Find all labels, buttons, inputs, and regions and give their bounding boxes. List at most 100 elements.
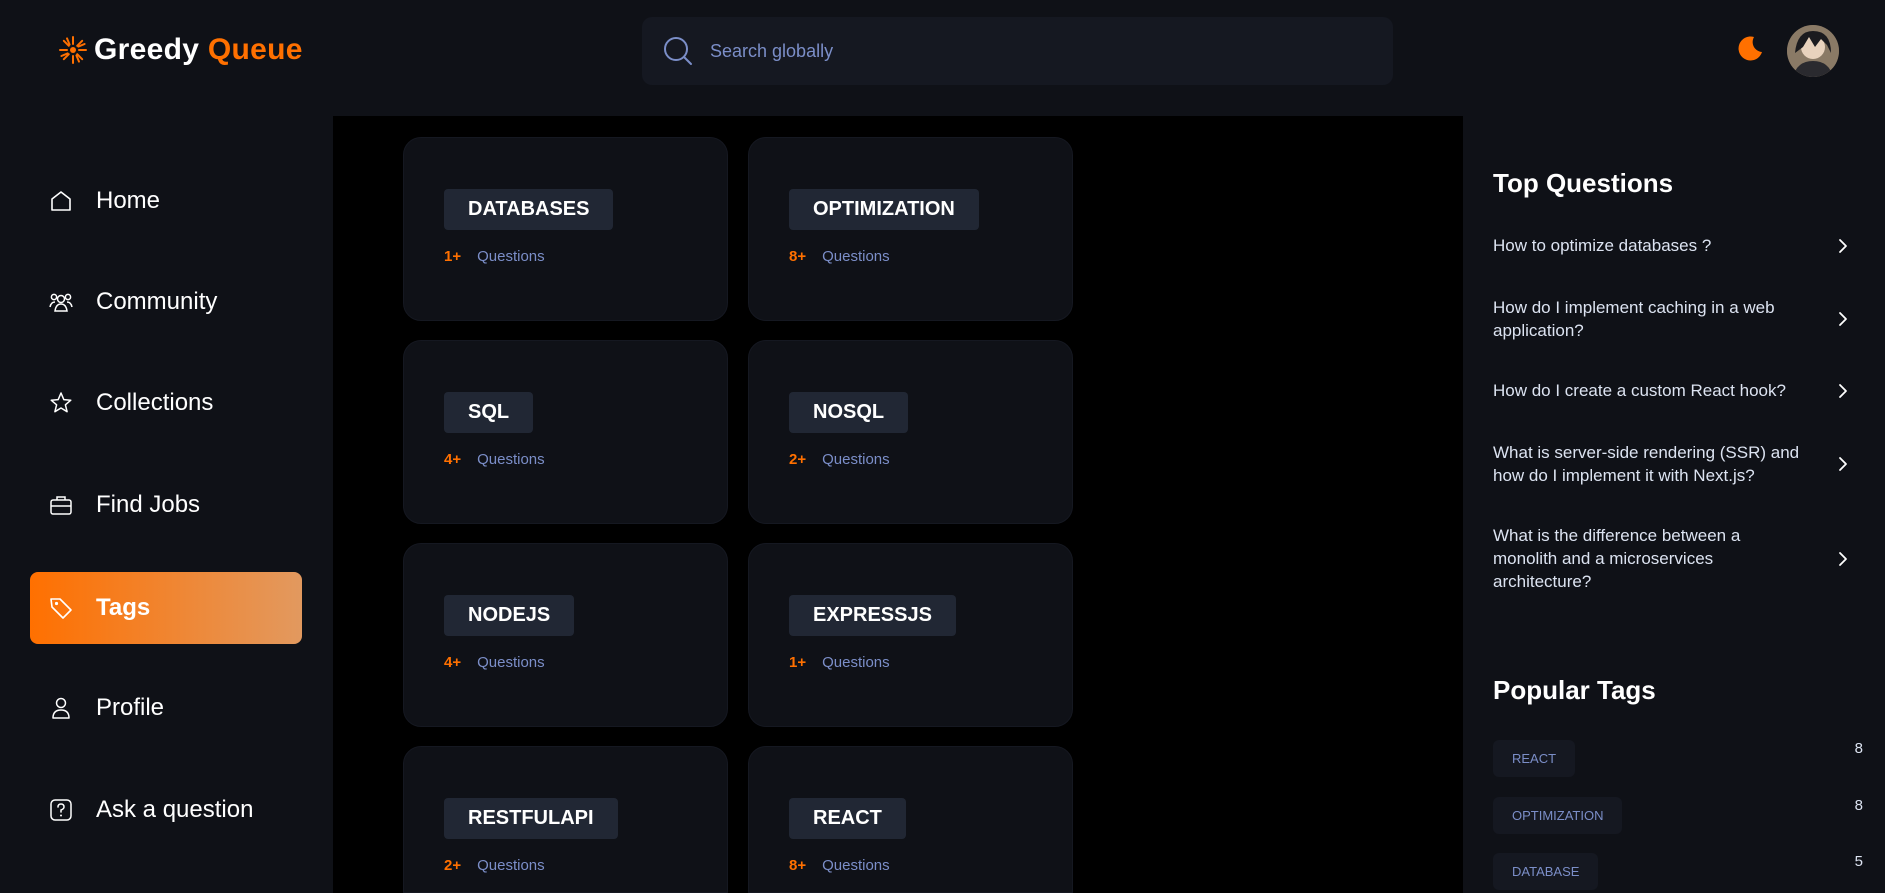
chevron-right-icon xyxy=(1839,383,1847,398)
tag-name: REACT xyxy=(789,798,906,839)
tag-card-databases[interactable]: DATABASES 1+ Questions xyxy=(403,137,728,321)
tag-icon xyxy=(50,598,72,619)
tag-name: SQL xyxy=(444,392,534,433)
tag-card-sql[interactable]: SQL 4+ Questions xyxy=(403,340,728,524)
tag-name: DATABASES xyxy=(444,189,614,230)
top-question-text: What is server-side rendering (SSR) and … xyxy=(1493,443,1800,485)
popular-tag-count: 8 xyxy=(1854,740,1863,757)
count-value: 8+ xyxy=(789,857,807,874)
top-question-text: How do I create a custom React hook? xyxy=(1493,381,1786,400)
top-questions-title: Top Questions xyxy=(1493,168,1674,198)
sunburst-logo-icon xyxy=(59,36,87,64)
question-count: 4+ Questions xyxy=(444,451,545,468)
question-count: 1+ Questions xyxy=(444,248,545,265)
tag-name: OPTIMIZATION xyxy=(789,189,979,230)
users-icon xyxy=(49,293,73,312)
count-label: Questions xyxy=(822,451,890,468)
count-value: 8+ xyxy=(789,248,807,265)
top-question-text: What is the difference between a monolit… xyxy=(1493,526,1741,591)
top-navbar: Greedy Queue xyxy=(0,0,1885,116)
count-label: Questions xyxy=(477,654,545,671)
count-label: Questions xyxy=(822,857,890,874)
suitcase-icon xyxy=(50,496,72,515)
tag-card-expressjs[interactable]: EXPRESSJS 1+ Questions xyxy=(748,543,1073,727)
top-question-item[interactable]: How do I implement caching in a web appl… xyxy=(1493,296,1853,342)
sidebar-item-tags[interactable]: Tags xyxy=(30,572,302,644)
home-icon xyxy=(51,191,71,211)
chevron-right-icon xyxy=(1839,551,1847,566)
star-icon xyxy=(50,392,72,413)
count-value: 1+ xyxy=(789,654,807,671)
top-question-text: How to optimize databases ? xyxy=(1493,236,1712,255)
count-label: Questions xyxy=(477,857,545,874)
tag-name: RESTFULAPI xyxy=(444,798,618,839)
sidebar-item-ask-question[interactable]: Ask a question xyxy=(30,774,302,846)
user-avatar[interactable] xyxy=(1787,25,1839,77)
question-icon xyxy=(50,799,72,821)
top-question-item[interactable]: What is server-side rendering (SSR) and … xyxy=(1493,441,1853,487)
sidebar-item-home[interactable]: Home xyxy=(30,165,302,237)
count-label: Questions xyxy=(477,248,545,265)
tag-name: NOSQL xyxy=(789,392,909,433)
sidebar-item-profile[interactable]: Profile xyxy=(30,672,302,744)
popular-tag[interactable]: OPTIMIZATION xyxy=(1493,797,1623,834)
sidebar-item-label: Profile xyxy=(96,694,165,721)
top-question-item[interactable]: How do I create a custom React hook? xyxy=(1493,379,1853,402)
popular-tag-row[interactable]: REACT 8 xyxy=(1493,740,1863,777)
brand-name-part1: Greedy xyxy=(94,33,200,66)
count-value: 2+ xyxy=(444,857,462,874)
popular-tag[interactable]: REACT xyxy=(1493,740,1576,777)
count-value: 4+ xyxy=(444,451,462,468)
brand-name-part2: Queue xyxy=(207,33,303,66)
sidebar-item-label: Tags xyxy=(96,594,151,621)
brand-name: Greedy Queue xyxy=(94,33,303,67)
popular-tag-row[interactable]: OPTIMIZATION 8 xyxy=(1493,797,1863,834)
sidebar-item-label: Collections xyxy=(96,389,214,416)
count-label: Questions xyxy=(477,451,545,468)
sidebar-item-community[interactable]: Community xyxy=(30,266,302,338)
top-question-item[interactable]: What is the difference between a monolit… xyxy=(1493,524,1853,593)
tag-card-restfulapi[interactable]: RESTFULAPI 2+ Questions xyxy=(403,746,728,893)
question-count: 4+ Questions xyxy=(444,654,545,671)
popular-tag-count: 5 xyxy=(1854,853,1863,870)
top-question-item[interactable]: How to optimize databases ? xyxy=(1493,234,1853,257)
left-sidebar: Home Community Collections Find Jobs Tag… xyxy=(0,116,333,893)
question-count: 2+ Questions xyxy=(789,451,890,468)
question-count: 8+ Questions xyxy=(789,857,890,874)
chevron-right-icon xyxy=(1839,457,1847,471)
tag-card-nosql[interactable]: NOSQL 2+ Questions xyxy=(748,340,1073,524)
brand-logo[interactable]: Greedy Queue xyxy=(58,33,303,67)
question-count: 2+ Questions xyxy=(444,857,545,874)
search-icon xyxy=(664,37,692,65)
popular-tag-count: 8 xyxy=(1854,797,1863,814)
count-value: 1+ xyxy=(444,248,462,265)
sidebar-item-label: Ask a question xyxy=(96,796,254,823)
tag-card-nodejs[interactable]: NODEJS 4+ Questions xyxy=(403,543,728,727)
popular-tag-row[interactable]: DATABASE 5 xyxy=(1493,853,1863,890)
popular-tag[interactable]: DATABASE xyxy=(1493,853,1599,890)
popular-tags-title: Popular Tags xyxy=(1493,675,1656,705)
sidebar-item-label: Home xyxy=(96,187,161,214)
sidebar-item-collections[interactable]: Collections xyxy=(30,367,302,439)
search-input[interactable] xyxy=(710,40,1310,62)
tag-card-optimization[interactable]: OPTIMIZATION 8+ Questions xyxy=(748,137,1073,321)
count-label: Questions xyxy=(822,248,890,265)
right-sidebar: Top Questions How to optimize databases … xyxy=(1463,116,1885,893)
moon-icon[interactable] xyxy=(1735,33,1765,63)
question-count: 8+ Questions xyxy=(789,248,890,265)
user-icon xyxy=(52,697,70,719)
count-label: Questions xyxy=(822,654,890,671)
count-value: 2+ xyxy=(789,451,807,468)
avatar-image xyxy=(1787,25,1839,77)
chevron-right-icon xyxy=(1839,238,1847,253)
sidebar-item-label: Community xyxy=(96,288,218,315)
tag-name: NODEJS xyxy=(444,595,575,636)
tag-name: EXPRESSJS xyxy=(789,595,956,636)
count-value: 4+ xyxy=(444,654,462,671)
tag-card-react[interactable]: REACT 8+ Questions xyxy=(748,746,1073,893)
sidebar-item-label: Find Jobs xyxy=(96,491,201,518)
top-question-text: How do I implement caching in a web appl… xyxy=(1493,298,1775,340)
chevron-right-icon xyxy=(1839,312,1847,326)
global-search[interactable] xyxy=(642,17,1393,85)
sidebar-item-find-jobs[interactable]: Find Jobs xyxy=(30,469,302,541)
